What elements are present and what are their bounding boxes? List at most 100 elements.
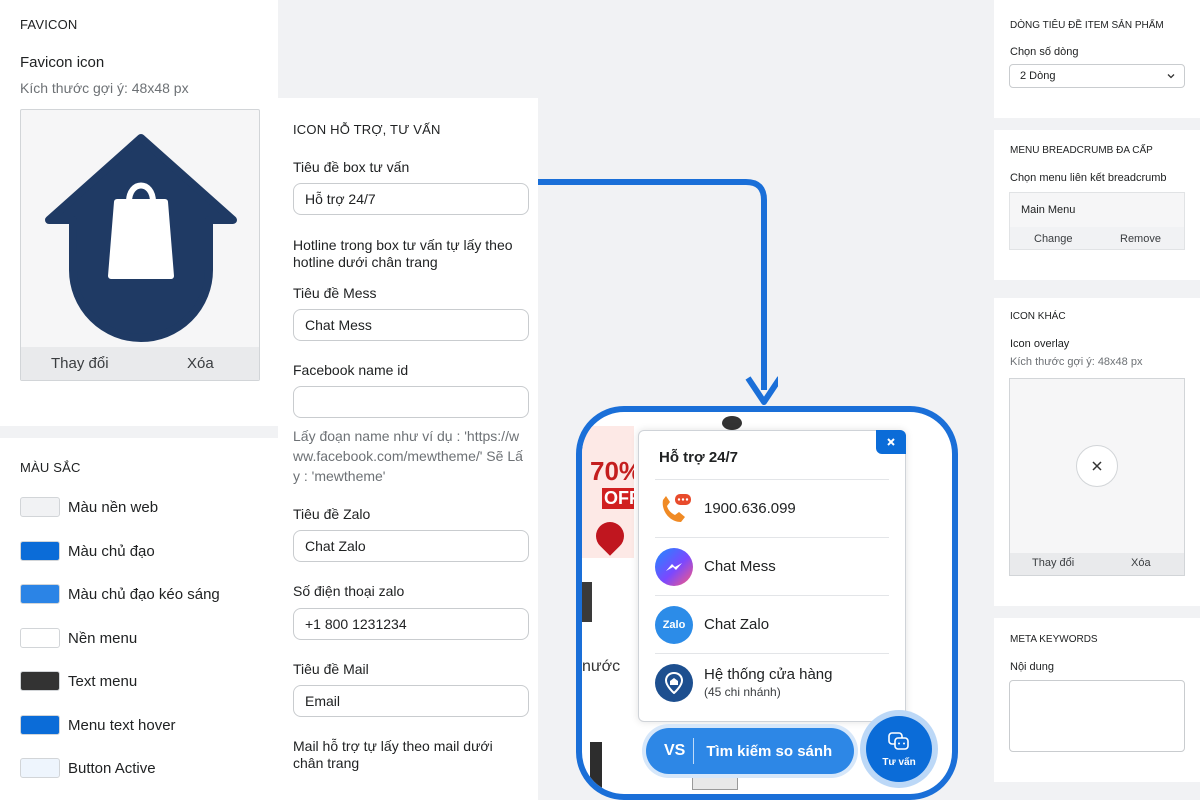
hotline-note: Hotline trong box tư vấn tự lấy theo hot… [293,237,513,270]
facebook-id-label: Facebook name id [293,362,409,378]
messenger-icon [655,547,693,586]
icon-overlay-delete-button[interactable]: Xóa [1131,557,1151,569]
messenger-text: Chat Mess [704,558,776,575]
product-thumb [590,742,602,792]
color-label: Nền menu [68,629,138,647]
mail-title-input[interactable]: Email [293,685,529,717]
favicon-preview[interactable]: Thay đổi Xóa [20,109,260,381]
favicon-section-title: FAVICON [20,17,78,32]
breadcrumb-panel: MENU BREADCRUMB ĐA CẤP Chọn menu liên kế… [994,130,1200,280]
heart-icon [590,516,630,556]
favicon-panel: FAVICON Favicon icon Kích thước gợi ý: 4… [0,0,278,426]
color-swatch[interactable] [20,758,60,778]
consult-label: Tư vấn [882,756,916,768]
mess-title-input[interactable]: Chat Mess [293,309,529,341]
popup-close-button[interactable] [876,430,906,454]
icon-overlay-label: Icon overlay [1010,338,1070,350]
color-swatch[interactable] [20,584,60,604]
stores-text: Hệ thống cửa hàng [704,666,833,683]
other-icon-panel: ICON KHÁC Icon overlay Kích thước gợi ý:… [994,298,1200,606]
favicon-change-button[interactable]: Thay đổi [51,355,109,372]
bg-text: nước [582,658,621,675]
house-shopping-bag-icon [45,134,237,342]
hotline-text: 1900.636.099 [704,500,796,517]
promo-off: OFF [602,488,634,509]
breadcrumb-menu-picker: Main Menu Change Remove [1009,192,1185,250]
support-popup: Hỗ trợ 24/7 1900.636.099 Chat Mess Zalo [638,430,906,722]
color-setting-row[interactable]: Màu nền web [20,497,158,517]
color-swatch[interactable] [20,628,60,648]
color-setting-row[interactable]: Text menu [20,671,137,691]
zalo-phone-label: Số điện thoại zalo [293,583,405,599]
favicon-label: Favicon icon [20,54,105,71]
support-popup-preview: 70% OFF nước Hỗ trợ 24/7 1900.636.099 [576,406,958,800]
breadcrumb-section-title: MENU BREADCRUMB ĐA CẤP [1010,145,1153,156]
color-setting-row[interactable]: Nền menu [20,628,137,648]
color-setting-row[interactable]: Màu chủ đạo kéo sáng [20,584,220,604]
promo-percent: 70% [590,456,634,486]
meta-keywords-panel: META KEYWORDS Nội dung [994,618,1200,782]
colors-section-title: MÀU SẮC [20,460,81,475]
breadcrumb-menu-label: Chọn menu liên kết breadcrumb [1010,172,1167,184]
support-section-title: ICON HỖ TRỢ, TƯ VẤN [293,122,441,137]
connector-arrow [538,179,778,405]
color-label: Màu nền web [68,498,159,516]
popup-item-zalo[interactable]: Zalo Chat Zalo [655,595,889,653]
popup-item-messenger[interactable]: Chat Mess [655,537,889,595]
meta-content-textarea[interactable] [1009,680,1185,752]
compare-search-label: Tìm kiếm so sánh [706,742,833,760]
zalo-icon: Zalo [655,605,693,644]
icon-overlay-preview[interactable]: Thay đổi Xóa [1009,378,1185,576]
popup-item-stores[interactable]: Hệ thống cửa hàng (45 chi nhánh) [655,653,889,711]
zalo-title-input[interactable]: Chat Zalo [293,530,529,562]
close-icon [1076,445,1118,487]
product-thumb [582,582,592,622]
product-title-panel: DÒNG TIÊU ĐỀ ITEM SẢN PHẨM Chọn số dòng … [994,0,1200,118]
other-icon-section-title: ICON KHÁC [1010,311,1066,322]
mail-title-label: Tiêu đề Mail [293,661,369,677]
consult-button[interactable]: Tư vấn [866,716,932,782]
support-icon-panel: ICON HỖ TRỢ, TƯ VẤN Tiêu đề box tư vấn H… [278,98,538,800]
meta-section-title: META KEYWORDS [1010,634,1098,645]
breadcrumb-remove-button[interactable]: Remove [1120,233,1161,245]
breadcrumb-change-button[interactable]: Change [1034,233,1073,245]
phone-icon [655,489,693,528]
stores-subtext: (45 chi nhánh) [704,685,781,699]
zalo-phone-input[interactable]: +1 800 1231234 [293,608,529,640]
mail-note: Mail hỗ trợ tự lấy theo mail dưới chân t… [293,738,493,771]
popup-title: Hỗ trợ 24/7 [659,449,739,466]
close-icon [887,438,895,446]
color-setting-row[interactable]: Màu chủ đạo [20,541,155,561]
color-swatch[interactable] [20,671,60,691]
box-title-input[interactable]: Hỗ trợ 24/7 [293,183,529,215]
color-swatch[interactable] [20,541,60,561]
facebook-id-input[interactable] [293,386,529,418]
product-title-section-title: DÒNG TIÊU ĐỀ ITEM SẢN PHẨM [1010,20,1164,31]
line-count-select[interactable]: 2 Dòng [1009,64,1185,88]
color-swatch[interactable] [20,497,60,517]
line-count-value: 2 Dòng [1020,70,1056,82]
promo-banner: 70% OFF [582,426,634,558]
color-label: Màu chủ đạo [68,542,155,560]
mess-title-label: Tiêu đề Mess [293,285,377,301]
store-location-icon [655,663,693,702]
line-count-label: Chọn số dòng [1010,46,1079,58]
color-setting-row[interactable]: Menu text hover [20,715,176,735]
color-setting-row[interactable]: Button Active [20,758,156,778]
zalo-icon-text: Zalo [662,618,686,631]
icon-overlay-change-button[interactable]: Thay đổi [1032,557,1074,569]
compare-search-button[interactable]: VS Tìm kiếm so sánh [646,728,854,774]
breadcrumb-menu-value: Main Menu [1010,193,1184,227]
chevron-down-icon [1167,74,1175,79]
favicon-hint: Kích thước gợi ý: 48x48 px [20,80,189,96]
favicon-delete-button[interactable]: Xóa [187,355,214,372]
chat-bubbles-icon [888,731,909,750]
color-label: Màu chủ đạo kéo sáng [68,585,220,603]
popup-item-hotline[interactable]: 1900.636.099 [655,479,889,537]
color-label: Button Active [68,759,156,777]
product-thumb [722,416,742,430]
color-swatch[interactable] [20,715,60,735]
zalo-title-label: Tiêu đề Zalo [293,506,371,522]
color-label: Text menu [68,672,138,690]
color-label: Menu text hover [68,716,176,734]
